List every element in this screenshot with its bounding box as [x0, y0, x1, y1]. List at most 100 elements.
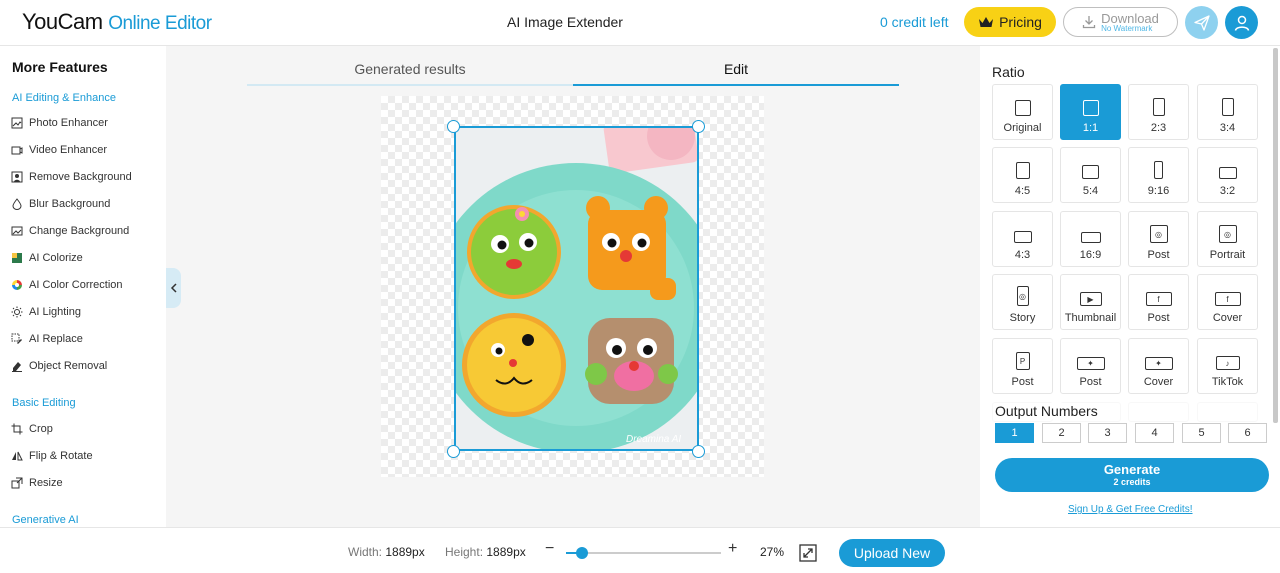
output-number-4[interactable]: 4: [1135, 423, 1174, 443]
sidebar-title: More Features: [12, 59, 108, 75]
transparent-canvas[interactable]: Dreamina AI: [381, 96, 764, 477]
sidebar-item-label: Object Removal: [29, 360, 108, 372]
ratio-option-label: Story: [1009, 312, 1036, 324]
logo-brand: YouCam: [22, 9, 103, 34]
sidebar-item-video-enhancer[interactable]: Video Enhancer: [11, 144, 107, 156]
ratio-option-post[interactable]: f Post: [1128, 274, 1189, 330]
fit-screen-icon[interactable]: [799, 544, 817, 562]
sidebar-item-label: AI Color Correction: [29, 279, 123, 291]
tiktok-icon: ♪: [1215, 356, 1240, 370]
sidebar-item-resize[interactable]: Resize: [11, 477, 63, 489]
sidebar-item-remove-background[interactable]: Remove Background: [11, 171, 132, 183]
portrait-ratio-icon: [1221, 98, 1234, 116]
output-number-2[interactable]: 2: [1042, 423, 1081, 443]
crop-icon: [11, 423, 23, 435]
output-number-6[interactable]: 6: [1228, 423, 1267, 443]
blur-background-icon: [12, 198, 22, 210]
sidebar-item-crop[interactable]: Crop: [11, 423, 53, 435]
landscape-ratio-icon: [1082, 165, 1099, 179]
sidebar-item-object-removal[interactable]: Object Removal: [11, 360, 107, 372]
ratio-option-label: Thumbnail: [1064, 312, 1117, 324]
result-tabs: Generated results Edit: [247, 56, 899, 86]
remove-background-icon: [11, 171, 23, 183]
crop-handle-top-left[interactable]: [447, 120, 460, 133]
ratio-option-post[interactable]: ✦ Post: [1060, 338, 1121, 394]
download-sub: No Watermark: [1101, 23, 1153, 33]
zoom-slider-handle[interactable]: [575, 547, 588, 559]
ratio-option-label: 2:3: [1150, 122, 1167, 134]
tab-edit[interactable]: Edit: [573, 56, 899, 86]
account-button[interactable]: [1225, 6, 1258, 39]
ratio-option-label: 1:1: [1082, 122, 1099, 134]
ratio-option-post[interactable]: P Post: [992, 338, 1053, 394]
section-basic-editing: Basic Editing: [12, 397, 76, 409]
download-label: Download: [1101, 10, 1159, 26]
landscape-ratio-icon: [1013, 231, 1032, 243]
paper-plane-icon: [1193, 14, 1210, 31]
logo[interactable]: YouCam Online Editor: [22, 9, 212, 35]
sidebar-item-ai-color-correction[interactable]: AI Color Correction: [11, 279, 123, 291]
section-ai-editing: AI Editing & Enhance: [12, 92, 116, 104]
ratio-option-label: Post: [1147, 249, 1170, 261]
ratio-option-2-3[interactable]: 2:3: [1128, 84, 1189, 140]
sidebar-item-blur-background[interactable]: Blur Background: [11, 198, 110, 210]
ratio-option-cover[interactable]: f Cover: [1197, 274, 1258, 330]
watermark-text: Dreamina AI: [626, 434, 681, 445]
sidebar-item-change-background[interactable]: Change Background: [11, 225, 129, 237]
output-number-1[interactable]: 1: [995, 423, 1034, 443]
sidebar-item-flip-rotate[interactable]: Flip & Rotate: [11, 450, 93, 462]
sidebar-item-ai-colorize[interactable]: AI Colorize: [11, 252, 83, 264]
ratio-option-3-2[interactable]: 3:2: [1197, 147, 1258, 203]
tab-generated-results[interactable]: Generated results: [247, 56, 573, 86]
ratio-option-story[interactable]: ◎ Story: [992, 274, 1053, 330]
ratio-option-label: 4:5: [1014, 185, 1031, 197]
eraser-icon: [12, 362, 22, 372]
ratio-title: Ratio: [992, 64, 1025, 80]
uploaded-photo[interactable]: Dreamina AI: [454, 126, 699, 451]
ratio-option-4-5[interactable]: 4:5: [992, 147, 1053, 203]
ratio-option-thumbnail[interactable]: ▶ Thumbnail: [1060, 274, 1121, 330]
zoom-in-button[interactable]: +: [728, 540, 737, 558]
zoom-out-button[interactable]: −: [545, 540, 554, 558]
collapse-sidebar-button[interactable]: [166, 268, 181, 308]
ratio-option-9-16[interactable]: 9:16: [1128, 147, 1189, 203]
ratio-option-3-4[interactable]: 3:4: [1197, 84, 1258, 140]
output-number-5[interactable]: 5: [1182, 423, 1221, 443]
credits-left[interactable]: 0 credit left: [880, 14, 948, 30]
sidebar-item-photo-enhancer[interactable]: Photo Enhancer: [11, 117, 108, 129]
ratio-option-16-9[interactable]: 16:9: [1060, 211, 1121, 267]
generate-button[interactable]: Generate 2 credits: [995, 458, 1269, 492]
crop-handle-bottom-left[interactable]: [447, 445, 460, 458]
page-title: AI Image Extender: [507, 14, 623, 30]
ratio-option-portrait[interactable]: ◎ Portrait: [1197, 211, 1258, 267]
width-value: 1889px: [385, 545, 425, 559]
send-button[interactable]: [1185, 6, 1218, 39]
output-number-3[interactable]: 3: [1088, 423, 1127, 443]
sidebar-item-ai-lighting[interactable]: AI Lighting: [11, 306, 81, 318]
ratio-option-label: 3:2: [1219, 185, 1236, 197]
pricing-button[interactable]: Pricing: [964, 7, 1056, 37]
ratio-panel-scrollbar[interactable]: [1273, 48, 1278, 423]
signup-link[interactable]: Sign Up & Get Free Credits!: [1068, 504, 1193, 515]
sidebar-item-ai-replace[interactable]: AI Replace: [11, 333, 83, 345]
ratio-option-cover[interactable]: ✦ Cover: [1128, 338, 1189, 394]
crop-handle-bottom-right[interactable]: [692, 445, 705, 458]
download-icon: [1082, 16, 1096, 29]
ratio-option-1-1[interactable]: 1:1: [1060, 84, 1121, 140]
chevron-left-icon: [170, 283, 177, 293]
facebook-icon: f: [1214, 292, 1241, 306]
twitter-icon: ✦: [1076, 357, 1105, 370]
twitter-icon: ✦: [1144, 357, 1173, 370]
crop-handle-top-right[interactable]: [692, 120, 705, 133]
ratio-option-post[interactable]: ◎ Post: [1128, 211, 1189, 267]
download-button[interactable]: Download No Watermark: [1063, 7, 1178, 37]
zoom-slider[interactable]: [566, 547, 721, 559]
upload-new-button[interactable]: Upload New: [839, 539, 945, 567]
ratio-option-original[interactable]: Original: [992, 84, 1053, 140]
ratio-option-4-3[interactable]: 4:3: [992, 211, 1053, 267]
ratio-option-label: Cover: [1143, 376, 1174, 388]
ratio-option-5-4[interactable]: 5:4: [1060, 147, 1121, 203]
ratio-option-label: Post: [1147, 312, 1170, 324]
ratio-option-tiktok[interactable]: ♪ TikTok: [1197, 338, 1258, 394]
landscape-ratio-icon: [1080, 232, 1101, 243]
